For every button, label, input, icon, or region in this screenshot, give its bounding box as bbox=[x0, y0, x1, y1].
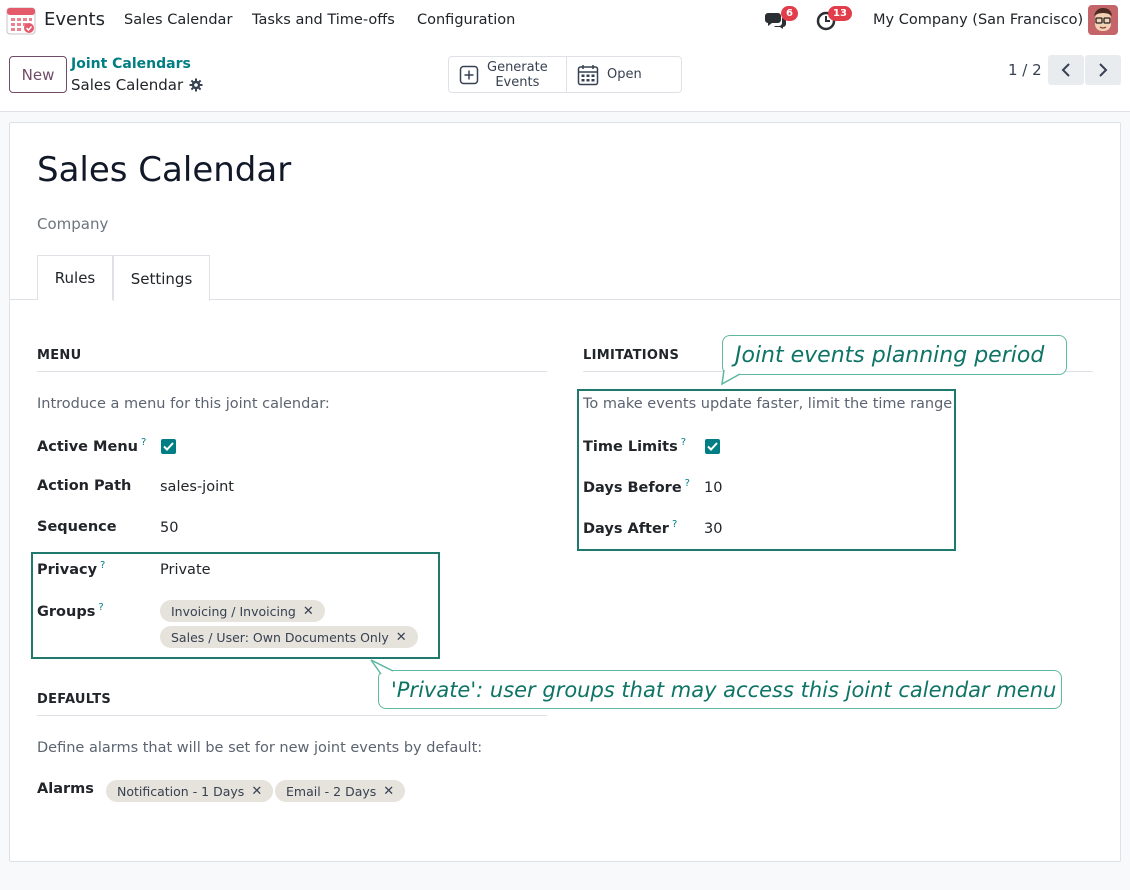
record-title[interactable]: Sales Calendar bbox=[37, 150, 291, 190]
open-button[interactable]: Open bbox=[566, 57, 681, 92]
menu-section-title: MENU bbox=[37, 348, 547, 372]
app-name[interactable]: Events bbox=[44, 9, 105, 30]
generate-events-button[interactable]: Generate Events bbox=[449, 57, 566, 92]
tab-rules[interactable]: Rules bbox=[37, 255, 113, 300]
menu-tasks-time-offs[interactable]: Tasks and Time-offs bbox=[252, 12, 395, 28]
calendar-icon bbox=[577, 64, 599, 85]
planning-period-text: Joint events planning period bbox=[735, 342, 1045, 368]
breadcrumb-current-label: Sales Calendar bbox=[71, 76, 184, 94]
menu-sales-calendar[interactable]: Sales Calendar bbox=[124, 12, 232, 28]
action-buttons: Generate Events Open bbox=[448, 56, 682, 93]
privacy-highlight-box bbox=[31, 552, 440, 659]
alarms-label: Alarms bbox=[37, 781, 94, 797]
pager-value[interactable]: 1 / 2 bbox=[1008, 61, 1042, 79]
private-note-callout-pointer bbox=[370, 659, 394, 675]
chevron-left-icon bbox=[1061, 63, 1070, 77]
notebook-tabs: Rules Settings bbox=[10, 255, 1120, 301]
company-switcher[interactable]: My Company (San Francisco) bbox=[873, 12, 1083, 28]
tab-settings[interactable]: Settings bbox=[113, 255, 210, 301]
messages-badge: 6 bbox=[781, 6, 798, 21]
activities-badge: 13 bbox=[828, 6, 852, 21]
top-navbar: Events Sales Calendar Tasks and Time-off… bbox=[0, 0, 1130, 40]
company-field[interactable]: Company bbox=[37, 215, 108, 233]
remove-tag-icon[interactable]: ✕ bbox=[383, 784, 394, 799]
pager-next-button[interactable] bbox=[1085, 55, 1121, 85]
control-panel: New Joint Calendars Sales Calendar Gener… bbox=[0, 40, 1130, 112]
private-note-callout: 'Private': user groups that may access t… bbox=[378, 670, 1062, 709]
sequence-field[interactable]: 50 bbox=[160, 520, 178, 536]
menu-intro: Introduce a menu for this joint calendar… bbox=[37, 396, 330, 412]
menu-configuration[interactable]: Configuration bbox=[417, 12, 515, 28]
alarm-tag-label: Notification - 1 Days bbox=[117, 783, 245, 799]
generate-label-line1: Generate bbox=[487, 59, 548, 75]
calendar-app-icon[interactable] bbox=[6, 5, 36, 35]
action-path-field[interactable]: sales-joint bbox=[160, 479, 234, 495]
help-icon[interactable]: ? bbox=[141, 437, 146, 448]
planning-period-callout-pointer bbox=[721, 370, 741, 386]
breadcrumb-joint-calendars[interactable]: Joint Calendars bbox=[71, 56, 191, 72]
sequence-label: Sequence bbox=[37, 519, 117, 535]
alarm-tag-label: Email - 2 Days bbox=[286, 783, 377, 799]
pager-previous-button[interactable] bbox=[1048, 55, 1084, 85]
plus-square-icon bbox=[459, 65, 479, 84]
alarm-tag[interactable]: Email - 2 Days ✕ bbox=[275, 780, 406, 802]
user-avatar[interactable] bbox=[1088, 5, 1118, 35]
remove-tag-icon[interactable]: ✕ bbox=[251, 784, 262, 799]
planning-period-callout: Joint events planning period bbox=[722, 335, 1067, 375]
breadcrumb-current: Sales Calendar bbox=[71, 76, 203, 94]
chevron-right-icon bbox=[1099, 63, 1108, 77]
messages-button[interactable]: 6 bbox=[765, 6, 798, 35]
alarm-tag[interactable]: Notification - 1 Days ✕ bbox=[106, 780, 274, 802]
gear-icon[interactable] bbox=[189, 78, 203, 92]
active-menu-label: Active Menu? bbox=[37, 437, 147, 455]
defaults-intro: Define alarms that will be set for new j… bbox=[37, 740, 483, 756]
open-label: Open bbox=[607, 67, 642, 82]
private-note-text: 'Private': user groups that may access t… bbox=[391, 677, 1057, 702]
generate-label-line2: Events bbox=[495, 74, 540, 90]
new-button[interactable]: New bbox=[9, 56, 67, 93]
action-path-label: Action Path bbox=[37, 478, 132, 494]
activities-button[interactable]: 13 bbox=[816, 6, 852, 35]
active-menu-checkbox[interactable] bbox=[161, 439, 176, 454]
limitations-highlight-box bbox=[577, 389, 956, 551]
